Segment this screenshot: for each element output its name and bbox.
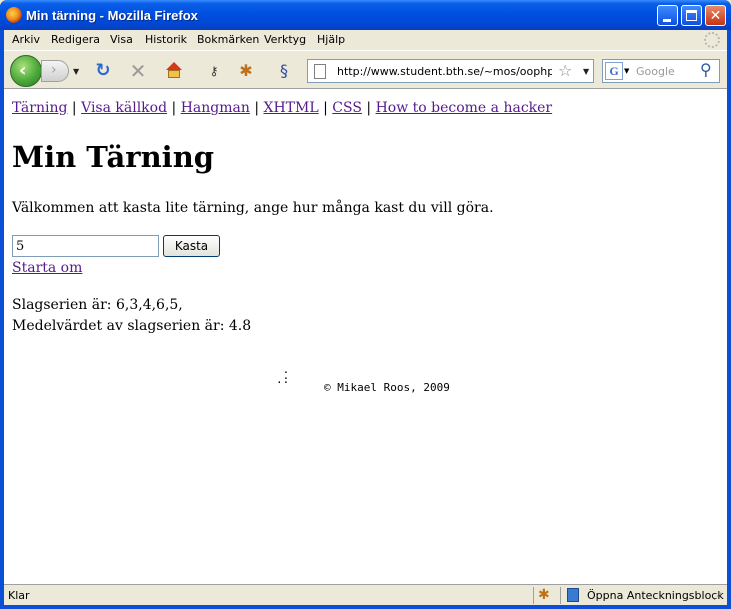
throbber-icon [704, 32, 720, 48]
title-bar[interactable]: Min tärning - Mozilla Firefox ✕ [0, 0, 731, 30]
forward-arrow-icon: › [51, 62, 57, 78]
notebook-icon[interactable] [567, 588, 579, 602]
address-bar[interactable]: http://www.student.bth.se/~mos/oophp/mos… [307, 59, 594, 83]
nav-separator: | [71, 100, 77, 116]
star-icon[interactable]: ☆ [558, 61, 572, 80]
nav-separator: | [366, 100, 372, 116]
status-text: Klar [8, 589, 30, 602]
maximize-button[interactable] [681, 5, 702, 26]
navigation-toolbar: ‹ › ▼ ↻ ✕ ⚷ ✱ § http://www.student.bth.s… [4, 50, 727, 88]
page-icon [314, 64, 326, 79]
close-button[interactable]: ✕ [705, 5, 726, 26]
magnifier-icon[interactable]: ⚲ [700, 60, 712, 79]
addon-swirl-icon[interactable]: § [274, 61, 294, 81]
restart-link[interactable]: Starta om [12, 260, 82, 276]
roll-button[interactable]: Kasta [163, 235, 220, 257]
nav-separator: | [171, 100, 177, 116]
nav-link-visa-kallkod[interactable]: Visa källkod [81, 100, 167, 116]
menu-arkiv[interactable]: Arkiv [12, 33, 40, 46]
status-divider [560, 587, 561, 604]
menu-redigera[interactable]: Redigera [51, 33, 100, 46]
nav-link-hangman[interactable]: Hangman [181, 100, 250, 116]
status-divider [533, 587, 534, 604]
back-arrow-icon: ‹ [19, 60, 27, 81]
nav-link-css[interactable]: CSS [332, 100, 362, 116]
engine-dropdown-icon[interactable]: ▼ [624, 67, 629, 75]
browser-window: Min tärning - Mozilla Firefox ✕ Arkiv Re… [0, 0, 731, 609]
resize-grip-icon[interactable]: ⋰ [713, 592, 722, 602]
window-title: Min tärning - Mozilla Firefox [26, 8, 198, 23]
nav-separator: | [323, 100, 328, 116]
results: Slagserien är: 6,3,4,6,5, Medelvärdet av… [12, 295, 251, 337]
menu-hjalp[interactable]: Hjälp [317, 33, 345, 46]
nav-link-tarning[interactable]: Tärning [12, 100, 67, 116]
nav-separator: | [254, 100, 260, 116]
menu-bar: Arkiv Redigera Visa Historik Bokmärken V… [4, 30, 727, 50]
page-title: Min Tärning [12, 140, 215, 174]
home-icon[interactable] [164, 61, 184, 81]
menu-historik[interactable]: Historik [145, 33, 187, 46]
maximize-icon [686, 10, 697, 21]
forward-button[interactable]: › [41, 60, 69, 82]
copyright-text: © Mikael Roos, 2009 [324, 381, 450, 394]
menu-verktyg[interactable]: Verktyg [264, 33, 306, 46]
url-input[interactable]: http://www.student.bth.se/~mos/oophp/mos… [337, 65, 552, 78]
stop-icon[interactable]: ✕ [128, 61, 148, 81]
url-dropdown-icon[interactable]: ▼ [583, 67, 589, 76]
page-content: Tärning | Visa källkod | Hangman | XHTML… [4, 88, 727, 584]
history-dropdown-icon[interactable]: ▼ [73, 67, 79, 76]
welcome-text: Välkommen att kasta lite tärning, ange h… [12, 200, 494, 216]
roll-count-input[interactable] [12, 235, 159, 257]
menu-visa[interactable]: Visa [110, 33, 133, 46]
site-nav: Tärning | Visa källkod | Hangman | XHTML… [12, 100, 552, 116]
footer-dots: . .: [276, 363, 290, 386]
reload-icon[interactable]: ↻ [93, 61, 113, 81]
minimize-button[interactable] [657, 5, 678, 26]
menu-bokmarken[interactable]: Bokmärken [197, 33, 259, 46]
series-text: Slagserien är: 6,3,4,6,5, [12, 297, 183, 313]
firefox-logo-icon [6, 7, 22, 23]
search-bar[interactable]: G ▼ Google ⚲ [602, 59, 720, 83]
close-icon: ✕ [709, 8, 722, 24]
window-client: Arkiv Redigera Visa Historik Bokmärken V… [4, 30, 727, 605]
average-text: Medelvärdet av slagserien är: 4.8 [12, 318, 252, 334]
firebug-icon[interactable]: ✱ [236, 61, 256, 81]
password-key-icon[interactable]: ⚷ [204, 61, 224, 81]
status-bar: Klar ✱ Öppna Anteckningsblock ⋰ [4, 584, 727, 605]
back-button[interactable]: ‹ [10, 55, 42, 87]
search-input[interactable]: Google [636, 65, 675, 78]
nav-link-hacker[interactable]: How to become a hacker [376, 100, 553, 116]
open-notebook-button[interactable]: Öppna Anteckningsblock [587, 589, 724, 602]
minimize-icon [663, 19, 671, 22]
nav-link-xhtml[interactable]: XHTML [264, 100, 319, 116]
firebug-status-icon[interactable]: ✱ [538, 587, 550, 603]
search-engine-icon[interactable]: G [605, 62, 623, 80]
